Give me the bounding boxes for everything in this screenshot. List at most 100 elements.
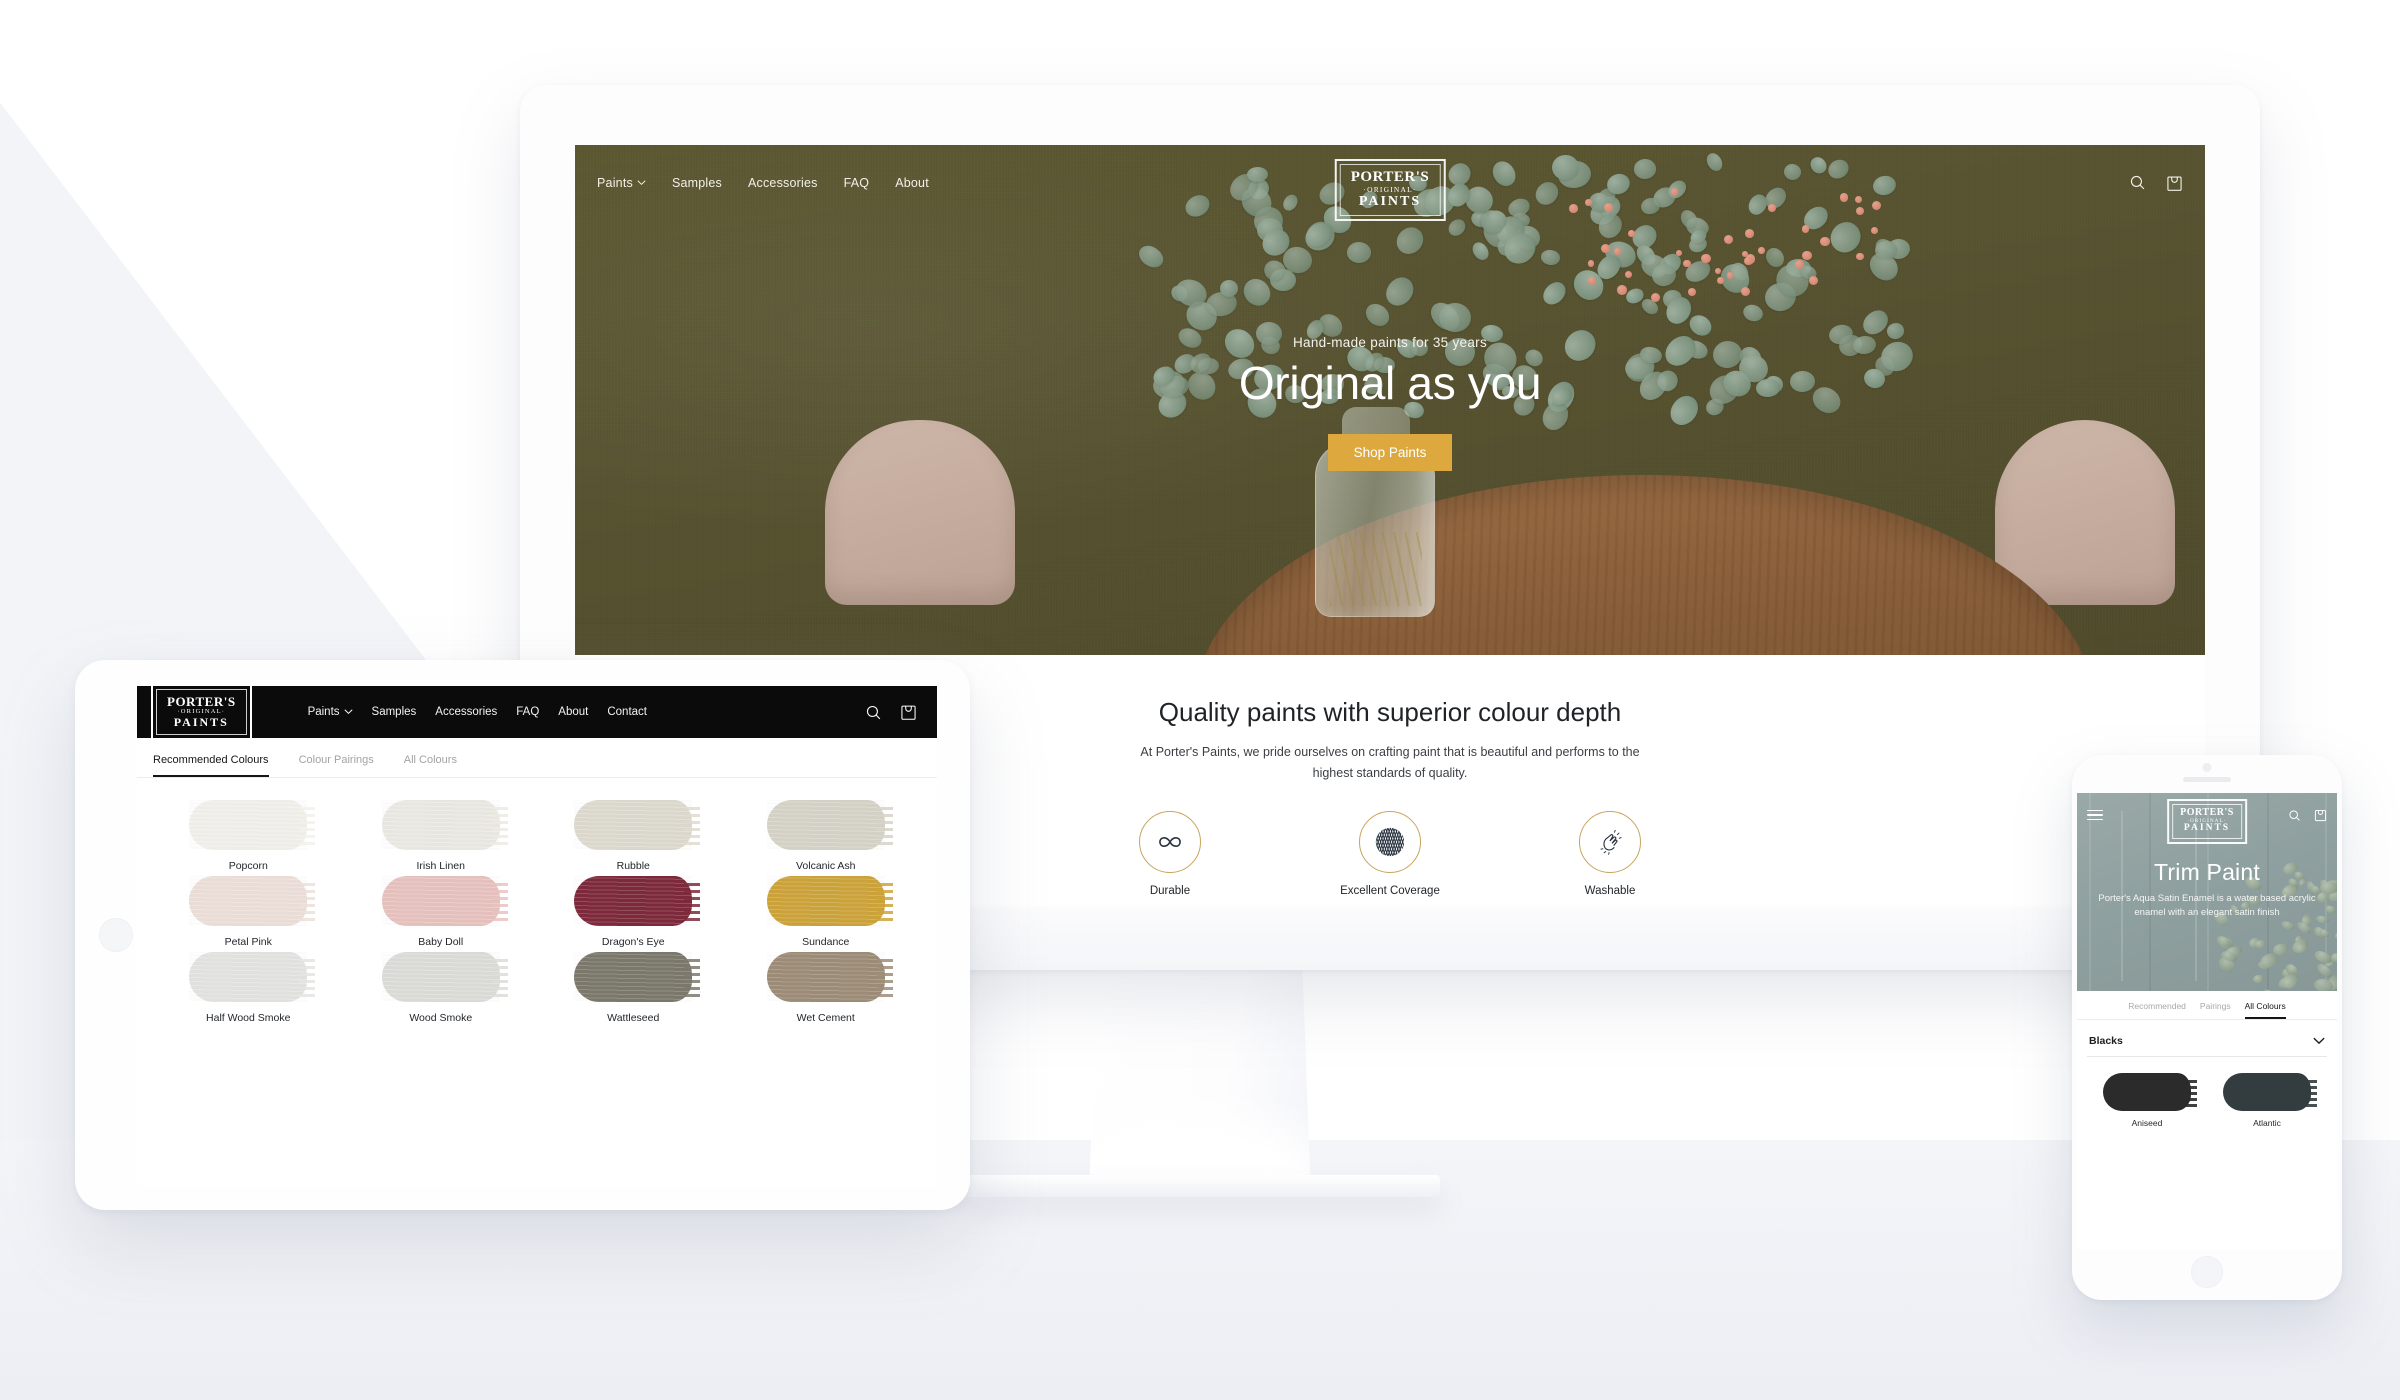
phone-swatch-grid: Aniseed Atlantic xyxy=(2077,1057,2337,1144)
desktop-nav-item-paints[interactable]: Paints xyxy=(597,176,646,190)
nav-label: Accessories xyxy=(748,176,818,190)
hamburger-icon[interactable] xyxy=(2087,810,2103,821)
phone-device: PORTER'S ·ORIGINAL· PAINTS Trim Paint Po… xyxy=(2072,755,2342,1300)
swatch-item[interactable]: Atlantic xyxy=(2209,1073,2325,1128)
tablet-nav[interactable]: Paints Samples Accessories FAQ About Contact xyxy=(308,706,647,718)
swatch-item[interactable]: Aniseed xyxy=(2089,1073,2205,1128)
phone-speaker xyxy=(2183,777,2231,782)
swatch-item[interactable]: Sundance xyxy=(733,876,920,948)
tablet-tab-recommended-colours[interactable]: Recommended Colours xyxy=(153,754,269,777)
paint-swatch[interactable] xyxy=(574,952,692,1002)
tablet-nav-item-samples[interactable]: Samples xyxy=(372,706,417,718)
tablet-device: PORTER'S ·ORIGINAL· PAINTS Paints Samples… xyxy=(75,660,970,1210)
paint-swatch[interactable] xyxy=(189,876,307,926)
swatch-name: Volcanic Ash xyxy=(733,860,920,872)
tablet-nav-item-faq[interactable]: FAQ xyxy=(516,706,539,718)
tablet-tab-colour-pairings[interactable]: Colour Pairings xyxy=(299,754,374,777)
tablet-logo[interactable]: PORTER'S ·ORIGINAL· PAINTS xyxy=(151,686,252,740)
quality-feature: Excellent Coverage xyxy=(1325,811,1455,897)
phone-hero-copy: Trim Paint Porter's Aqua Satin Enamel is… xyxy=(2077,837,2337,920)
tablet-tabs[interactable]: Recommended Colours Colour Pairings All Co… xyxy=(137,738,937,778)
search-icon[interactable] xyxy=(2129,174,2146,191)
tablet-header: PORTER'S ·ORIGINAL· PAINTS Paints Samples… xyxy=(137,686,937,738)
phone-tabs[interactable]: Recommended Pairings All Colours xyxy=(2077,991,2337,1020)
paint-swatch[interactable] xyxy=(382,876,500,926)
paint-swatch[interactable] xyxy=(2223,1073,2311,1111)
phone-camera xyxy=(2203,763,2212,772)
tablet-nav-item-about[interactable]: About xyxy=(558,706,588,718)
paint-swatch[interactable] xyxy=(382,952,500,1002)
paint-swatch[interactable] xyxy=(189,952,307,1002)
paint-swatch[interactable] xyxy=(767,800,885,850)
swatch-item[interactable]: Half Wood Smoke xyxy=(155,952,342,1024)
swatch-item[interactable]: Volcanic Ash xyxy=(733,800,920,872)
desktop-logo[interactable]: PORTER'S ·ORIGINAL· PAINTS xyxy=(1335,159,1446,221)
swatch-name: Dragon's Eye xyxy=(540,936,727,948)
search-icon[interactable] xyxy=(2288,809,2301,822)
swatch-name: Popcorn xyxy=(155,860,342,872)
phone-hero-title: Trim Paint xyxy=(2093,859,2321,886)
desktop-nav-item-faq[interactable]: FAQ xyxy=(844,176,870,190)
desktop-nav-item-about[interactable]: About xyxy=(895,176,929,190)
swatch-name: Petal Pink xyxy=(155,936,342,948)
swatch-name: Wet Cement xyxy=(733,1012,920,1024)
quality-feature: Durable xyxy=(1105,811,1235,897)
phone-header: PORTER'S ·ORIGINAL· PAINTS xyxy=(2077,793,2337,837)
shop-paints-button[interactable]: Shop Paints xyxy=(1328,434,1453,471)
paint-swatch[interactable] xyxy=(767,952,885,1002)
infinity-icon xyxy=(1139,811,1201,873)
nav-label: About xyxy=(558,706,588,718)
nav-label: Paints xyxy=(308,706,340,718)
logo-line-3: PAINTS xyxy=(167,716,236,728)
swatch-item[interactable]: Wet Cement xyxy=(733,952,920,1024)
phone-hero: PORTER'S ·ORIGINAL· PAINTS Trim Paint Po… xyxy=(2077,793,2337,991)
quality-feature: Washable xyxy=(1545,811,1675,897)
colour-family-select[interactable]: Blacks xyxy=(2087,1029,2327,1057)
desktop-nav-item-accessories[interactable]: Accessories xyxy=(748,176,818,190)
desktop-nav[interactable]: Paints Samples Accessories FAQ About xyxy=(597,176,929,190)
cart-icon[interactable] xyxy=(2166,174,2183,192)
tablet-screen: PORTER'S ·ORIGINAL· PAINTS Paints Samples… xyxy=(137,686,937,1186)
tablet-header-icons xyxy=(865,703,923,721)
paint-swatch[interactable] xyxy=(189,800,307,850)
swatch-name: Aniseed xyxy=(2089,1118,2205,1128)
cart-icon[interactable] xyxy=(900,703,917,721)
search-icon[interactable] xyxy=(865,704,882,721)
swatch-name: Wattleseed xyxy=(540,1012,727,1024)
weave-icon xyxy=(1359,811,1421,873)
logo-line-1: PORTER'S xyxy=(167,695,236,708)
phone-tab-recommended[interactable]: Recommended xyxy=(2128,1001,2186,1019)
swatch-item[interactable]: Wattleseed xyxy=(540,952,727,1024)
swatch-item[interactable]: Popcorn xyxy=(155,800,342,872)
phone-tab-all-colours[interactable]: All Colours xyxy=(2245,1001,2286,1019)
swatch-item[interactable]: Petal Pink xyxy=(155,876,342,948)
desktop-header-icons xyxy=(2129,174,2183,192)
tablet-nav-item-contact[interactable]: Contact xyxy=(607,706,647,718)
phone-tab-pairings[interactable]: Pairings xyxy=(2200,1001,2231,1019)
hero-eyebrow: Hand-made paints for 35 years xyxy=(575,335,2205,350)
hero-copy: Hand-made paints for 35 years Original a… xyxy=(575,335,2205,471)
cart-icon[interactable] xyxy=(2314,808,2327,822)
paint-swatch[interactable] xyxy=(767,876,885,926)
tablet-home-button[interactable] xyxy=(99,918,133,952)
tablet-nav-item-accessories[interactable]: Accessories xyxy=(435,706,497,718)
swatch-name: Sundance xyxy=(733,936,920,948)
paint-swatch[interactable] xyxy=(2103,1073,2191,1111)
desktop-nav-item-samples[interactable]: Samples xyxy=(672,176,722,190)
logo-line-2: ·ORIGINAL· xyxy=(1351,186,1430,194)
swatch-item[interactable]: Wood Smoke xyxy=(348,952,535,1024)
swatch-item[interactable]: Irish Linen xyxy=(348,800,535,872)
swatch-item[interactable]: Baby Doll xyxy=(348,876,535,948)
phone-home-button[interactable] xyxy=(2191,1256,2223,1288)
paint-swatch[interactable] xyxy=(574,876,692,926)
tablet-nav-item-paints[interactable]: Paints xyxy=(308,706,353,718)
paint-swatch[interactable] xyxy=(382,800,500,850)
paint-swatch[interactable] xyxy=(574,800,692,850)
nav-label: About xyxy=(895,176,929,190)
swatch-item[interactable]: Rubble xyxy=(540,800,727,872)
swatch-name: Wood Smoke xyxy=(348,1012,535,1024)
tablet-tab-all-colours[interactable]: All Colours xyxy=(404,754,457,777)
swatch-name: Rubble xyxy=(540,860,727,872)
phone-hero-subtitle: Porter's Aqua Satin Enamel is a water ba… xyxy=(2093,892,2321,920)
swatch-item[interactable]: Dragon's Eye xyxy=(540,876,727,948)
